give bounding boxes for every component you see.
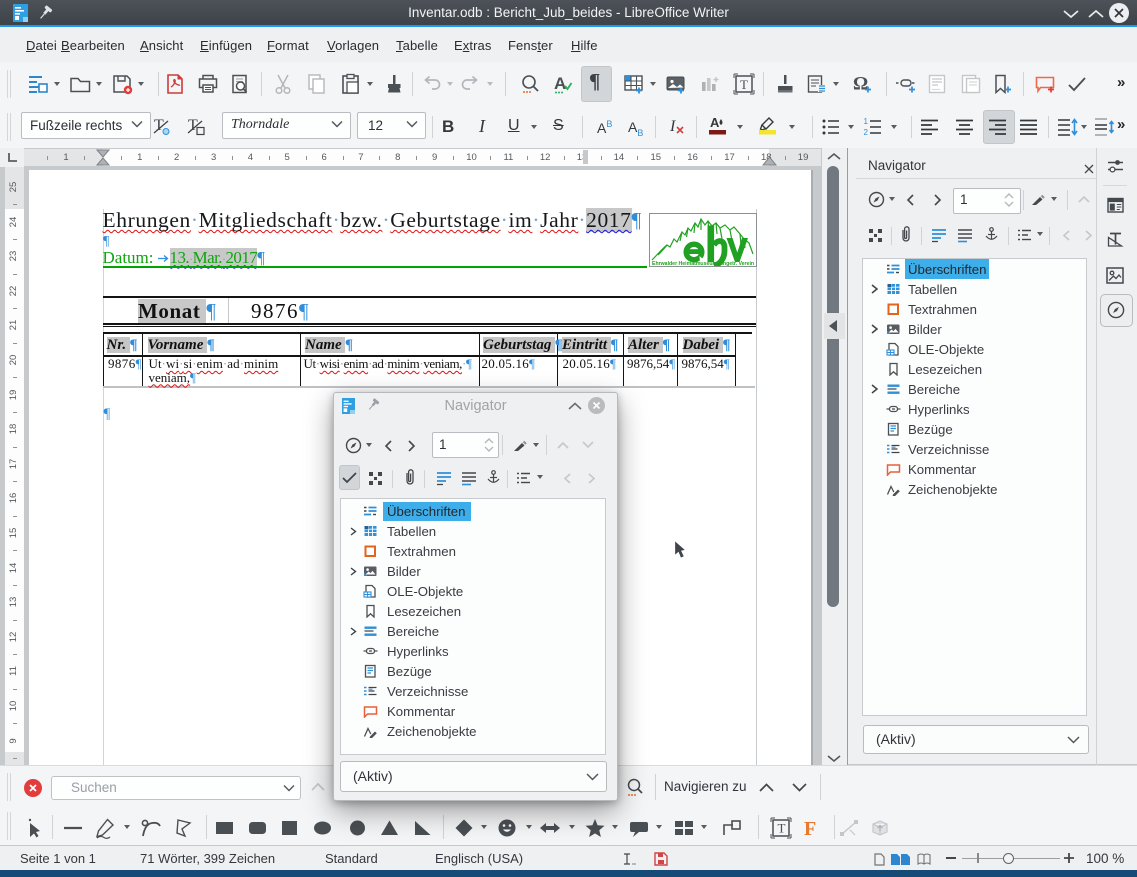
svg-text:Ehrwalder Heimatmuseum eingetr: Ehrwalder Heimatmuseum eingetr. Verein [652,261,754,266]
svg-text:F: F [804,818,816,840]
svg-text:I: I [669,118,676,135]
svg-text:A: A [554,74,566,93]
svg-text:2: 2 [864,128,869,137]
svg-text:T: T [778,821,786,836]
svg-text:T: T [740,77,748,92]
svg-text:A: A [710,115,720,130]
svg-text:1: 1 [864,117,869,126]
svg-text:Ω: Ω [853,74,868,95]
